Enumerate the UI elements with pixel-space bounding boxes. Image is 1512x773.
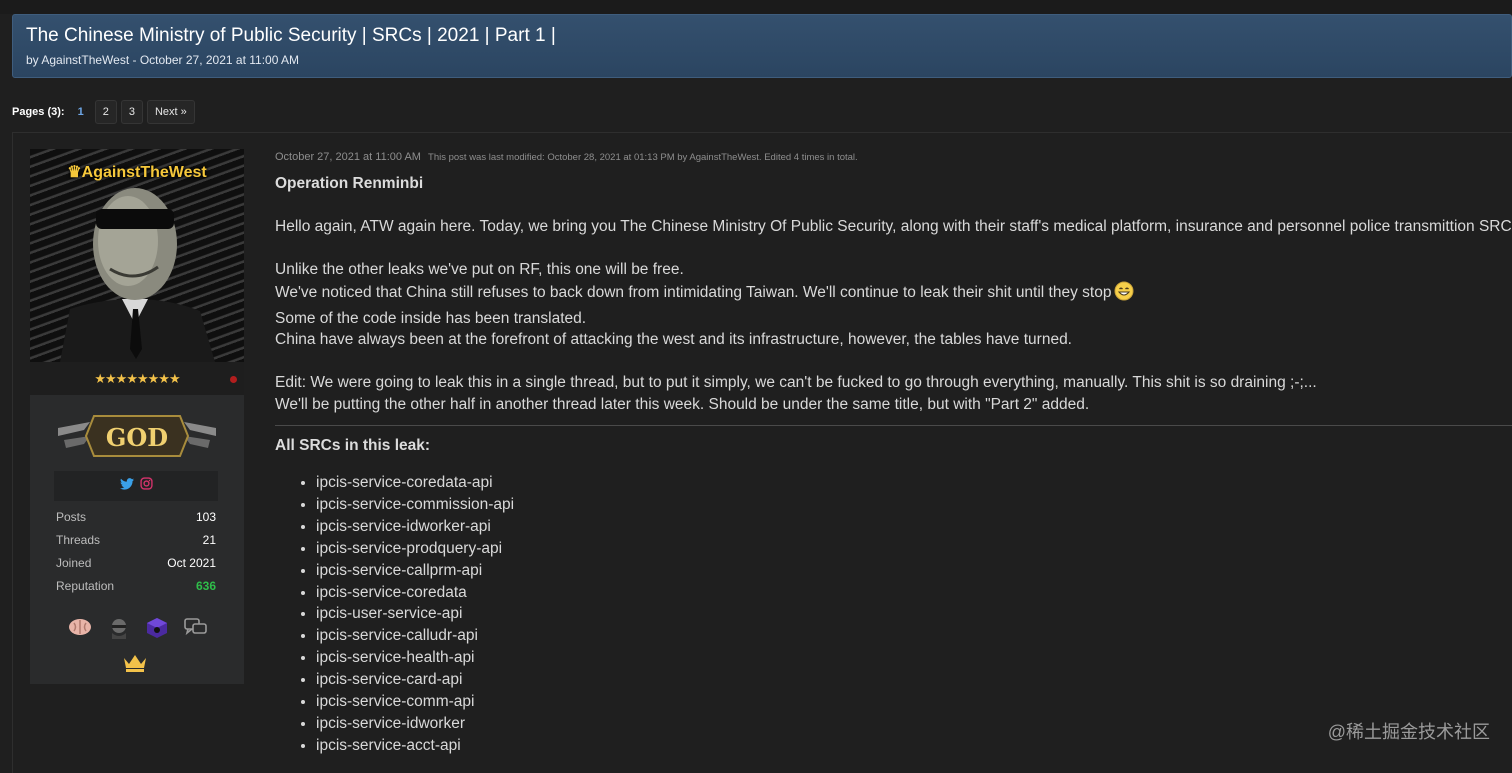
twitter-icon[interactable] <box>119 477 134 495</box>
thread-title: The Chinese Ministry of Public Security … <box>26 25 556 46</box>
list-item: ipcis-user-service-api <box>316 603 1511 625</box>
page-3-link[interactable]: 3 <box>120 100 143 124</box>
rank-badge-graphic: GOD <box>58 415 216 457</box>
crown-icon: ♛ <box>67 164 82 181</box>
post-line-1: Unlike the other leaks we've put on RF, … <box>275 261 684 279</box>
list-item: ipcis-service-coredata-api <box>316 472 1511 494</box>
stat-threads: Threads 21 <box>56 533 216 547</box>
list-item: ipcis-service-prodquery-api <box>316 538 1511 560</box>
post: ♛AgainstTheWest ★★★★★★★★ GOD Posts 103 T… <box>12 132 1512 773</box>
post-line-3: Some of the code inside has been transla… <box>275 309 587 327</box>
list-item: ipcis-service-idworker-api <box>316 516 1511 538</box>
next-page-link[interactable]: Next » <box>146 100 195 124</box>
grinning-emoji-icon <box>1114 281 1134 308</box>
list-item: ipcis-service-commission-api <box>316 494 1511 516</box>
top-strip <box>0 0 1512 14</box>
social-links <box>54 471 218 501</box>
post-line-4: China have always been at the forefront … <box>275 331 1072 349</box>
post-divider <box>275 424 1512 426</box>
post-edit-line-2: We'll be putting the other half in anoth… <box>275 395 1090 413</box>
thread-header: The Chinese Ministry of Public Security … <box>12 14 1512 78</box>
chat-bubbles-award-icon[interactable] <box>184 617 208 644</box>
star-rating: ★★★★★★★★ <box>94 371 180 386</box>
src-list: ipcis-service-coredata-api ipcis-service… <box>275 472 1511 757</box>
instagram-icon[interactable] <box>139 477 153 495</box>
brain-award-icon[interactable] <box>68 617 92 644</box>
user-avatar[interactable]: ♛AgainstTheWest <box>30 149 244 362</box>
page-current: 1 <box>77 106 84 118</box>
post-date[interactable]: October 27, 2021 at 11:00 AM <box>275 151 421 163</box>
post-heading: Operation Renminbi <box>275 175 424 192</box>
pages-label: Pages (3): <box>12 106 65 118</box>
stat-joined: Joined Oct 2021 <box>56 556 216 570</box>
src-list-heading: All SRCs in this leak: <box>275 436 431 454</box>
username[interactable]: ♛AgainstTheWest <box>30 162 244 182</box>
stat-reputation: Reputation 636 <box>56 575 216 598</box>
reputation-value[interactable]: 636 <box>196 575 216 598</box>
user-stats: Posts 103 Threads 21 Joined Oct 2021 Rep… <box>56 506 216 598</box>
hacker-mask-award-icon[interactable] <box>108 617 130 644</box>
post-paragraph-intro: Hello again, ATW again here. Today, we b… <box>275 218 1512 236</box>
stat-posts: Posts 103 <box>56 510 216 524</box>
user-awards <box>68 617 208 644</box>
list-item: ipcis-service-card-api <box>316 669 1511 691</box>
post-edit-line-1: Edit: We were going to leak this in a si… <box>275 374 1317 392</box>
post-line-2: We've noticed that China still refuses t… <box>275 281 1511 308</box>
purple-cube-award-icon[interactable] <box>146 617 168 644</box>
crown-award-icon[interactable] <box>122 652 148 677</box>
pagination: Pages (3): 1 2 3 Next » <box>12 100 195 124</box>
list-item: ipcis-service-callprm-api <box>316 560 1511 582</box>
user-profile-panel: ♛AgainstTheWest ★★★★★★★★ GOD Posts 103 T… <box>30 149 244 684</box>
post-body: Operation Renminbi Hello again, ATW agai… <box>275 173 1512 757</box>
list-item: ipcis-service-coredata <box>316 582 1511 604</box>
post-modified-note: This post was last modified: October 28,… <box>428 152 858 163</box>
list-item: ipcis-service-health-api <box>316 647 1511 669</box>
page-2-link[interactable]: 2 <box>94 100 117 124</box>
offline-status-dot <box>230 376 237 383</box>
watermark: @稀土掘金技术社区 <box>1327 722 1490 742</box>
thread-byline: by AgainstTheWest - October 27, 2021 at … <box>26 53 300 67</box>
list-item: ipcis-service-comm-api <box>316 691 1511 713</box>
reputation-stars: ★★★★★★★★ <box>30 362 244 395</box>
rank-badge-text: GOD <box>106 423 168 452</box>
post-meta: October 27, 2021 at 11:00 AM This post w… <box>275 151 858 163</box>
list-item: ipcis-service-calludr-api <box>316 625 1511 647</box>
rank-badge: GOD <box>54 408 220 464</box>
